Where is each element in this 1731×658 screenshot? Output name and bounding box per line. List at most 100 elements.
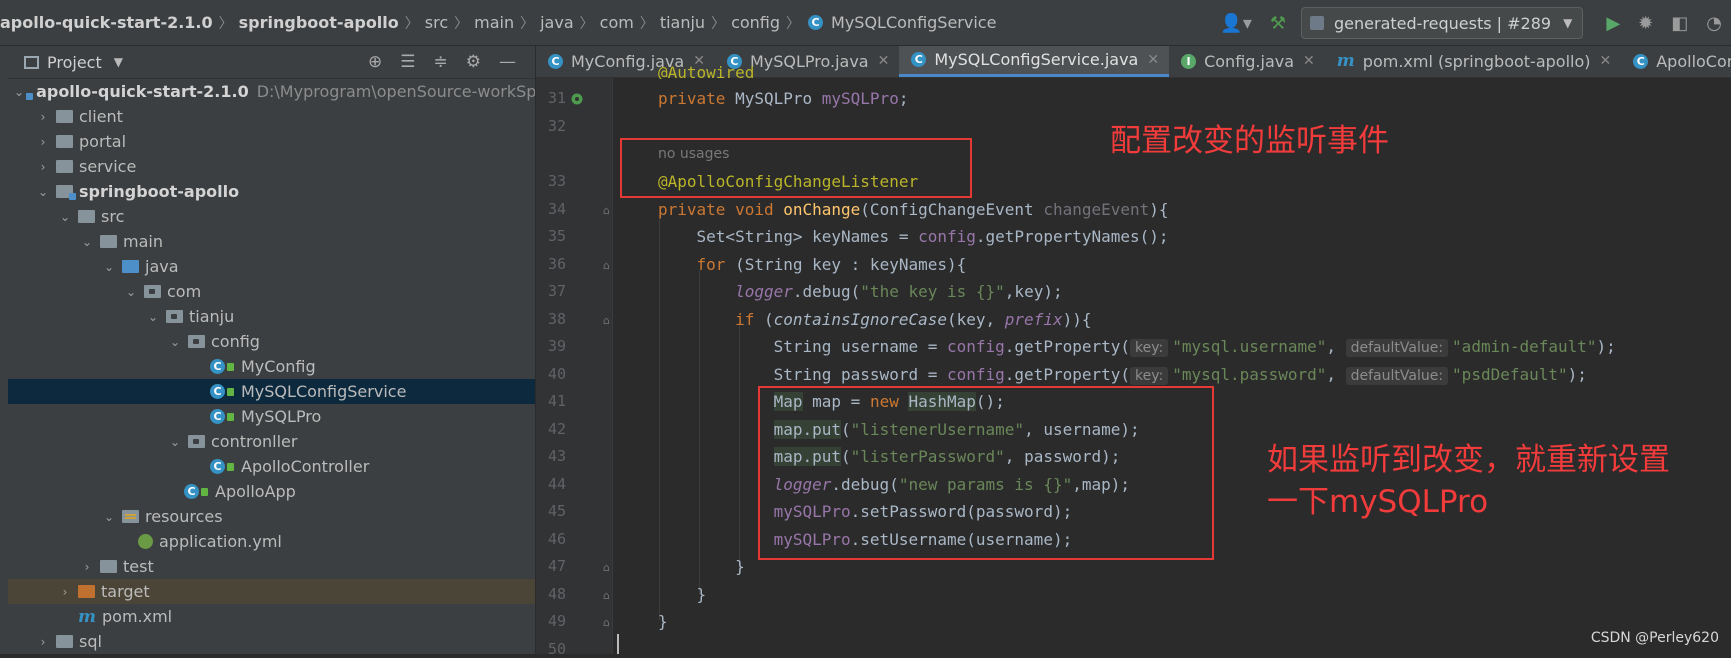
breadcrumb-java[interactable]: java <box>538 13 576 32</box>
tree-item-mysqlpro[interactable]: C MySQLPro <box>8 404 535 429</box>
chevron-right-icon[interactable]: › <box>36 160 50 174</box>
profile-icon[interactable]: ◔ <box>1706 13 1722 34</box>
breadcrumb-class[interactable]: MySQLConfigService <box>829 13 998 32</box>
tab-mysqlconfigservice[interactable]: C MySQLConfigService.java ✕ <box>899 46 1170 77</box>
close-icon[interactable]: ✕ <box>1147 52 1159 68</box>
close-icon[interactable]: ✕ <box>1600 53 1612 69</box>
tree-item-contronller[interactable]: ⌄ contronller <box>8 429 535 454</box>
breadcrumb-project[interactable]: apollo-quick-start-2.1.0 <box>0 13 215 32</box>
hide-icon[interactable]: — <box>499 52 516 72</box>
tree-item-label: service <box>79 157 137 176</box>
project-panel: Project ▼ ⊕ ☰ ≑ ⚙ — ⌄ apollo-quick-start… <box>8 46 536 654</box>
class-icon: C <box>210 409 225 424</box>
tab-label: MySQLPro.java <box>749 51 869 71</box>
fold-icon[interactable]: ⌂ <box>603 259 610 272</box>
fold-icon[interactable]: ⌂ <box>603 561 610 574</box>
tab-label: ApolloController.jav <box>1656 51 1731 71</box>
run-configuration-selector[interactable]: generated-requests | #289 ▼ <box>1301 7 1584 39</box>
tab-apollocontroller[interactable]: C ApolloController.jav <box>1621 46 1731 77</box>
tree-item-springboot-apollo[interactable]: ⌄ springboot-apollo <box>8 179 535 204</box>
code-line-35: Set<String> keyNames = config.getPropert… <box>658 227 1169 246</box>
chevron-right-icon: 〉 <box>639 15 654 32</box>
tree-item-label: main <box>123 232 163 251</box>
tree-item-portal[interactable]: › portal <box>8 129 535 154</box>
debug-icon[interactable]: ✹ <box>1638 13 1653 34</box>
tree-item-label: sql <box>79 632 102 651</box>
chevron-down-icon[interactable]: ⌄ <box>168 335 182 349</box>
chevron-down-icon[interactable]: ▼ <box>114 55 123 69</box>
line-number: 31 <box>547 89 566 107</box>
tree-item-apollocontroller[interactable]: C ApolloController <box>8 454 535 479</box>
chevron-down-icon[interactable]: ⌄ <box>58 210 72 224</box>
tree-item-client[interactable]: › client <box>8 104 535 129</box>
navigation-bar: apollo-quick-start-2.1.0 〉 springboot-apo… <box>0 0 1731 46</box>
build-hammer-icon[interactable]: ⚒ <box>1270 13 1286 34</box>
chevron-right-icon[interactable]: › <box>80 560 94 574</box>
breadcrumb-com[interactable]: com <box>598 13 636 32</box>
run-icon[interactable]: ▶ <box>1606 13 1620 34</box>
chevron-down-icon[interactable]: ⌄ <box>14 85 24 99</box>
chevron-down-icon[interactable]: ⌄ <box>102 260 116 274</box>
user-icon[interactable]: 👤▾ <box>1220 13 1251 34</box>
tree-item-target[interactable]: › target <box>8 579 535 604</box>
gear-icon[interactable]: ⚙ <box>466 52 481 72</box>
chevron-right-icon[interactable]: › <box>58 585 72 599</box>
chevron-right-icon: 〉 <box>711 15 726 32</box>
expand-all-icon[interactable]: ☰ <box>400 52 415 72</box>
chevron-down-icon[interactable]: ⌄ <box>80 235 94 249</box>
breadcrumb-module[interactable]: springboot-apollo <box>237 13 401 32</box>
fold-icon[interactable]: ⌂ <box>603 204 610 217</box>
tab-pom-xml[interactable]: m pom.xml (springboot-apollo) ✕ <box>1325 46 1621 77</box>
close-icon[interactable]: ✕ <box>878 53 890 69</box>
tree-item-java[interactable]: ⌄ java <box>8 254 535 279</box>
line-number: 48 <box>547 585 566 603</box>
tree-item-test[interactable]: › test <box>8 554 535 579</box>
tree-item-pom-xml[interactable]: m pom.xml <box>8 604 535 629</box>
fold-icon[interactable]: ⌂ <box>603 616 610 629</box>
package-icon <box>188 435 205 448</box>
chevron-right-icon[interactable]: › <box>36 135 50 149</box>
breadcrumb-config[interactable]: config <box>729 13 782 32</box>
chevron-down-icon[interactable]: ⌄ <box>146 310 160 324</box>
class-icon: C <box>808 15 824 30</box>
tree-item-root[interactable]: ⌄ apollo-quick-start-2.1.0 D:\Myprogram\… <box>8 79 535 104</box>
chevron-down-icon[interactable]: ⌄ <box>102 510 116 524</box>
chevron-down-icon[interactable]: ⌄ <box>168 435 182 449</box>
fold-icon[interactable]: ⌂ <box>603 589 610 602</box>
breadcrumb-src[interactable]: src <box>423 13 450 32</box>
chevron-down-icon[interactable]: ⌄ <box>36 185 50 199</box>
tree-item-resources[interactable]: ⌄ resources <box>8 504 535 529</box>
tree-item-label: MySQLConfigService <box>241 382 407 401</box>
tree-item-application-yml[interactable]: application.yml <box>8 529 535 554</box>
class-icon: C <box>210 384 225 399</box>
tree-item-mysqlconfigservice[interactable]: C MySQLConfigService <box>8 379 535 404</box>
breadcrumb-main[interactable]: main <box>472 13 516 32</box>
tree-item-apolloapp[interactable]: C ApolloApp <box>8 479 535 504</box>
lock-icon <box>227 412 234 421</box>
chevron-right-icon: 〉 <box>218 15 233 32</box>
collapse-all-icon[interactable]: ≑ <box>434 52 448 72</box>
tree-item-path: D:\Myprogram\openSource-workSpace <box>256 82 536 101</box>
chevron-right-icon[interactable]: › <box>36 110 50 124</box>
chevron-right-icon[interactable]: › <box>36 635 50 649</box>
locate-icon[interactable]: ⊕ <box>368 52 382 72</box>
tree-item-main[interactable]: ⌄ main <box>8 229 535 254</box>
breadcrumb-tianju[interactable]: tianju <box>658 13 707 32</box>
autowired-bean-icon[interactable] <box>570 91 585 105</box>
lock-icon <box>201 487 208 496</box>
tree-item-src[interactable]: ⌄ src <box>8 204 535 229</box>
fold-icon[interactable]: ⌂ <box>603 314 610 327</box>
tree-item-sql[interactable]: › sql <box>8 629 535 654</box>
tree-item-service[interactable]: › service <box>8 154 535 179</box>
tree-item-myconfig[interactable]: C MyConfig <box>8 354 535 379</box>
line-number: 33 <box>547 172 566 190</box>
tree-item-config[interactable]: ⌄ config <box>8 329 535 354</box>
close-icon[interactable]: ✕ <box>1303 53 1315 69</box>
tab-config[interactable]: I Config.java ✕ <box>1169 46 1325 77</box>
project-icon <box>24 55 39 69</box>
coverage-icon[interactable]: ◧ <box>1671 13 1688 34</box>
tree-item-com[interactable]: ⌄ com <box>8 279 535 304</box>
chevron-down-icon[interactable]: ⌄ <box>124 285 138 299</box>
tree-item-tianju[interactable]: ⌄ tianju <box>8 304 535 329</box>
project-panel-title[interactable]: Project <box>47 53 102 72</box>
